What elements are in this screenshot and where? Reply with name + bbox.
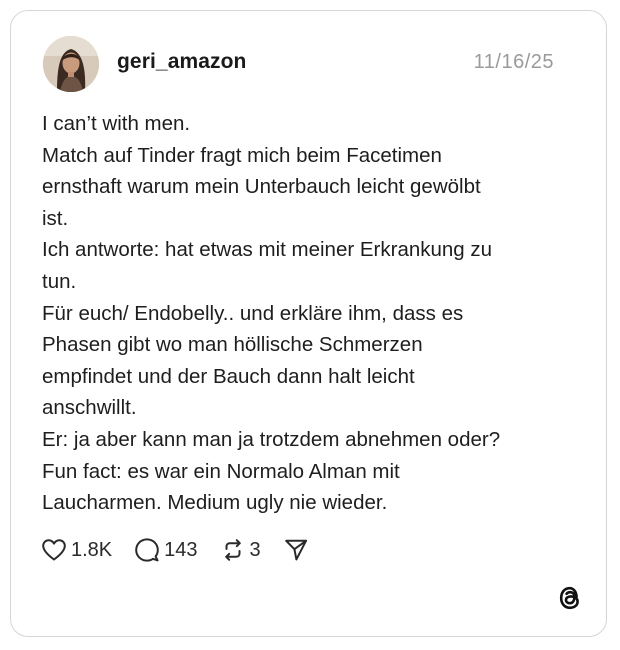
post-text-line: Er: ja aber kann man ja trotzdem abnehme…	[42, 427, 501, 451]
repost-count: 3	[249, 538, 261, 561]
comment-bubble-icon	[135, 538, 159, 562]
post-text-line: Laucharmen. Medium ugly nie wieder.	[42, 491, 388, 515]
post-date: 11/16/25	[473, 51, 554, 73]
avatar-image	[43, 36, 99, 92]
share-button[interactable]	[283, 537, 309, 563]
post-text-line: Für euch/ Endobelly.. und erkläre ihm, d…	[42, 301, 464, 325]
post-text-line: Match auf Tinder fragt mich beim Facetim…	[42, 143, 442, 167]
avatar[interactable]	[43, 36, 99, 92]
username[interactable]: geri_amazon	[117, 50, 246, 74]
action-bar: 1.8K 143 3	[41, 535, 331, 565]
post-text-line: Ich antworte: hat etwas mit meiner Erkra…	[42, 238, 493, 262]
post-text-line: I can’t with men.	[42, 112, 191, 135]
post-text: I can’t with men. Match auf Tinder fragt…	[42, 108, 552, 519]
post-text-line: ernsthaft warum mein Unterbauch leicht g…	[42, 175, 481, 199]
post-text-line: Phasen gibt wo man höllische Schmerzen	[42, 333, 423, 357]
post-text-line: anschwillt.	[42, 396, 137, 420]
repost-icon	[224, 539, 241, 561]
post-text-line: tun.	[42, 269, 77, 293]
comment-count: 143	[164, 538, 198, 561]
post-card: geri_amazon 11/16/25 I can’t with men. M…	[10, 10, 607, 637]
post-text-line: empfindet und der Bauch dann halt leicht	[42, 364, 415, 388]
post-text-line: ist.	[42, 206, 69, 230]
repost-button[interactable]: 3	[220, 537, 261, 563]
heart-icon	[42, 539, 66, 561]
comment-button[interactable]: 143	[134, 537, 198, 563]
like-button[interactable]: 1.8K	[41, 538, 112, 562]
like-count: 1.8K	[71, 538, 113, 561]
send-icon	[284, 539, 307, 561]
threads-logo-icon	[556, 584, 584, 612]
post-text-line: Fun fact: es war ein Normalo Alman mit	[42, 459, 400, 483]
